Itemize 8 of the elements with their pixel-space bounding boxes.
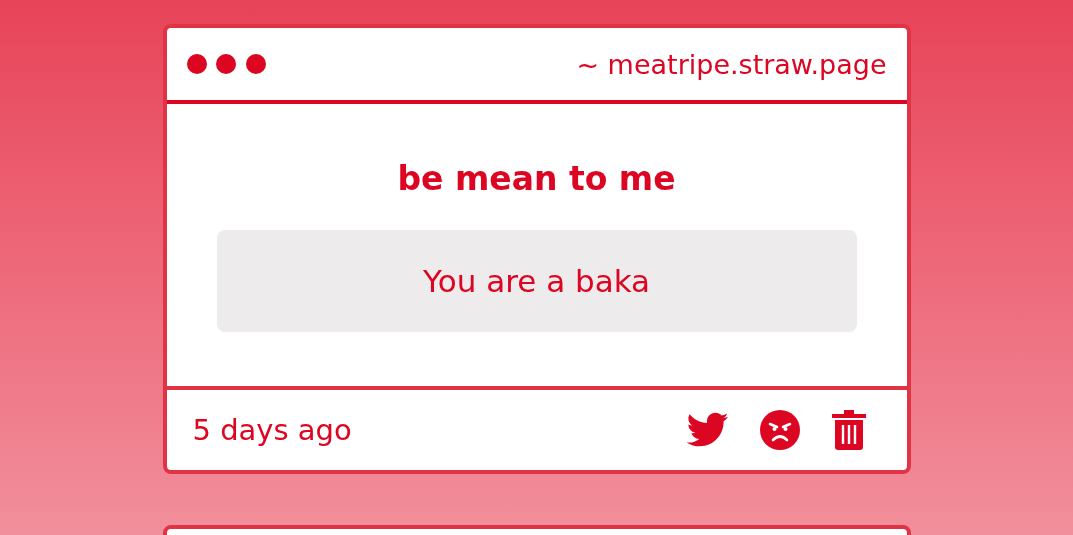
window-dots-icon (186, 53, 267, 75)
trash-icon[interactable] (830, 410, 867, 450)
site-address: ~ meatripe.straw.page (576, 48, 887, 80)
question-title: be mean to me (397, 159, 676, 198)
answer-text: You are a baka (216, 230, 857, 332)
angry-face-icon[interactable] (758, 409, 801, 451)
bird-icon[interactable] (686, 412, 729, 448)
timestamp: 5 days ago (192, 413, 352, 447)
